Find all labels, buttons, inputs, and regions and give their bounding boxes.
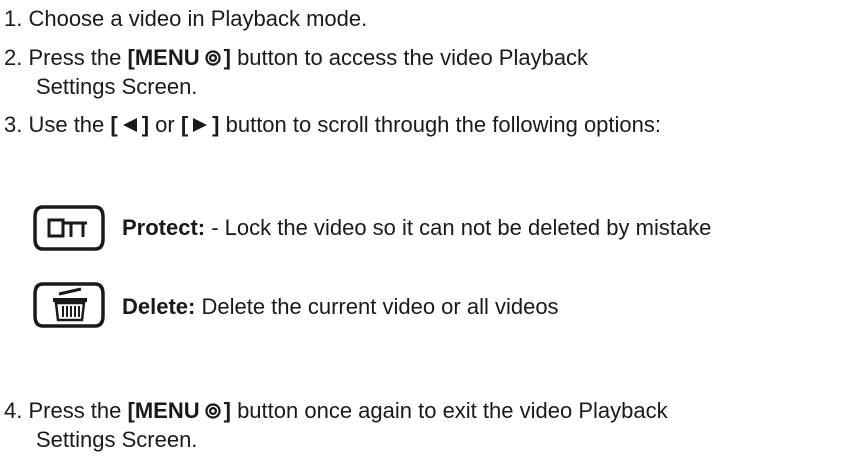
step-3: 3. Use the [] or [] button to scroll thr… [4,112,661,138]
left-bracket-close: ] [141,112,150,137]
step-1-text: 1. Choose a video in Playback mode. [4,6,368,31]
left-bracket-open: [ [110,112,118,137]
protect-icon [33,205,105,251]
gear-icon [204,50,221,66]
right-bracket-close: ] [212,112,220,137]
option-delete: Delete: Delete the current video or all … [122,294,559,320]
step-4-pre: 4. Press the [4,398,128,423]
step-2-continued: Settings Screen. [36,74,197,100]
gear-icon [204,403,221,419]
step-4-cont: Settings Screen. [36,427,198,452]
option-protect-title: Protect: [122,215,206,240]
menu-button-close: ] [223,45,231,70]
right-arrow-icon [193,118,208,132]
step-3-mid: or [149,112,181,137]
trash-icon [33,282,105,328]
step-2-pre: 2. Press the [4,45,128,70]
step-3-pre: 3. Use the [4,112,111,137]
option-protect: Protect: - Lock the video so it can not … [122,215,711,241]
menu-button-label: [MENU [127,45,200,70]
option-delete-desc: Delete the current video or all videos [195,294,559,319]
menu-button-label-2: [MENU [127,398,200,423]
left-arrow-icon [122,118,137,132]
step-4: 4. Press the [MENU] button once again to… [4,398,668,424]
option-delete-title: Delete: [122,294,196,319]
right-bracket-open: [ [180,112,189,137]
step-4-post: button once again to exit the video Play… [230,398,668,423]
step-3-post: button to scroll through the following o… [219,112,661,137]
option-protect-desc: - Lock the video so it can not be delete… [205,215,712,240]
step-2-cont: Settings Screen. [36,74,198,99]
step-2-post: button to access the video Playback [230,45,589,70]
step-2: 2. Press the [MENU] button to access the… [4,45,588,71]
step-1: 1. Choose a video in Playback mode. [4,6,367,32]
menu-button-close-2: ] [223,398,231,423]
step-4-continued: Settings Screen. [36,427,197,453]
